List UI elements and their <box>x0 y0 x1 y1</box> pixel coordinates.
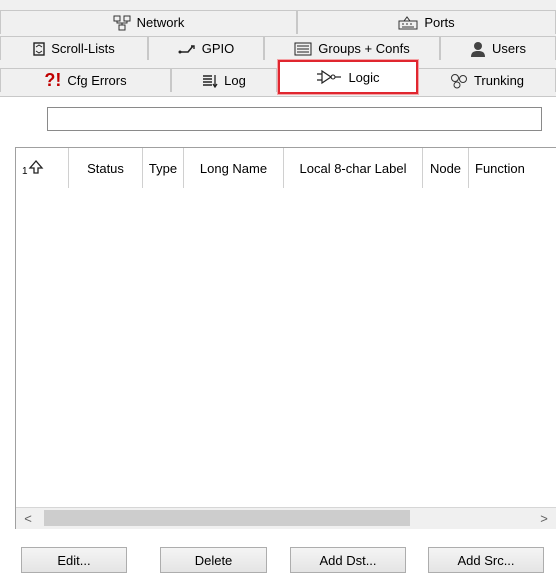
column-header-node-label: Node <box>429 160 462 176</box>
logic-table: 1 Status Type Long Name Local 8-char Lab… <box>15 147 556 529</box>
tab-ports[interactable]: Ports <box>297 10 556 34</box>
log-icon <box>202 74 218 88</box>
scrollbar-thumb[interactable] <box>44 510 410 526</box>
column-header-function-label: Function <box>475 160 525 176</box>
table-header: 1 Status Type Long Name Local 8-char Lab… <box>16 148 556 188</box>
trunking-icon <box>450 73 468 89</box>
sort-up-arrow-icon <box>28 159 44 178</box>
column-header-long-name-label: Long Name <box>199 160 268 176</box>
tab-log[interactable]: Log <box>171 68 277 92</box>
filter-input[interactable] <box>47 107 542 131</box>
scroll-right-arrow-icon[interactable]: > <box>532 508 556 529</box>
ports-icon <box>398 15 418 30</box>
edit-button[interactable]: Edit... <box>21 547 127 573</box>
network-icon <box>113 15 131 31</box>
tab-logic[interactable]: Logic <box>278 60 418 94</box>
scroll-left-arrow-icon[interactable]: < <box>16 508 40 529</box>
tab-row-3: ?! Cfg Errors Log Logic Trunking <box>0 60 556 94</box>
tab-groups-confs-label: Groups + Confs <box>318 41 410 56</box>
tab-cfg-errors-label: Cfg Errors <box>67 73 127 88</box>
tab-scroll-lists-label: Scroll-Lists <box>51 41 115 56</box>
tab-log-label: Log <box>224 73 246 88</box>
logic-icon <box>316 69 342 85</box>
column-header-status[interactable]: Status <box>69 148 143 188</box>
tab-trunking[interactable]: Trunking <box>418 68 556 92</box>
tab-trunking-label: Trunking <box>473 73 525 88</box>
column-header-function[interactable]: Function <box>469 148 556 188</box>
sort-column-header[interactable]: 1 <box>16 148 69 188</box>
users-icon <box>470 41 486 57</box>
tab-gpio[interactable]: GPIO <box>148 36 264 60</box>
groups-icon <box>294 42 312 56</box>
tab-row-1: Network Ports <box>0 10 556 34</box>
tab-cfg-errors[interactable]: ?! Cfg Errors <box>0 68 171 92</box>
horizontal-scrollbar[interactable]: < > <box>16 507 556 529</box>
tab-network-label: Network <box>136 15 185 30</box>
tab-network[interactable]: Network <box>0 10 297 34</box>
tab-gpio-label: GPIO <box>201 41 235 56</box>
column-header-node[interactable]: Node <box>423 148 469 188</box>
tab-groups-confs[interactable]: Groups + Confs <box>264 36 440 60</box>
tab-scroll-lists[interactable]: Scroll-Lists <box>0 36 148 60</box>
column-header-type-label: Type <box>148 160 178 176</box>
add-dst-button[interactable]: Add Dst... <box>290 547 406 573</box>
scroll-list-icon <box>33 41 45 56</box>
column-header-status-label: Status <box>87 160 124 176</box>
delete-button[interactable]: Delete <box>160 547 267 573</box>
tab-users[interactable]: Users <box>440 36 556 60</box>
tab-row-2: Scroll-Lists GPIO Groups + Confs Users <box>0 36 556 60</box>
column-header-local-label[interactable]: Local 8-char Label <box>284 148 423 188</box>
cfg-errors-icon: ?! <box>44 70 62 90</box>
tab-logic-label: Logic <box>348 69 380 85</box>
column-header-local-label-text: Local 8-char Label <box>299 160 407 176</box>
column-header-long-name[interactable]: Long Name <box>184 148 284 188</box>
tab-users-label: Users <box>492 41 526 56</box>
gpio-icon <box>178 44 196 54</box>
tab-ports-label: Ports <box>424 15 455 30</box>
column-header-type[interactable]: Type <box>143 148 184 188</box>
add-src-button[interactable]: Add Src... <box>428 547 544 573</box>
